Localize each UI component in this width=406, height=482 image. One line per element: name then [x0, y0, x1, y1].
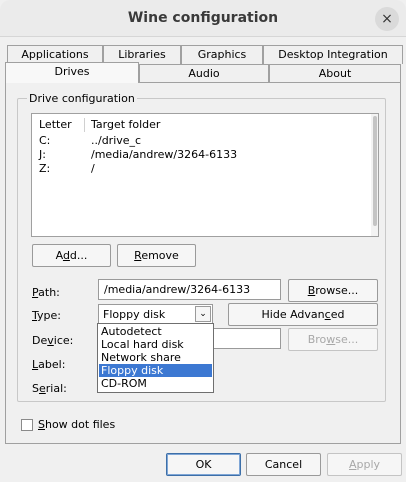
column-separator[interactable] [84, 118, 85, 132]
serial-label: Serial: [32, 382, 67, 395]
device-label-rest: ice: [53, 334, 74, 347]
type-dropdown-list[interactable]: Autodetect Local hard disk Network share… [97, 323, 214, 393]
cancel-button[interactable]: Cancel [246, 453, 321, 476]
hide-advanced-label-rest: ed [330, 308, 345, 321]
type-label-rest: ype: [37, 309, 61, 322]
close-button[interactable]: × [375, 7, 399, 31]
tab-audio[interactable]: Audio [139, 64, 269, 83]
label-label: Label: [32, 358, 65, 371]
title-bar: Wine configuration × [0, 0, 406, 37]
serial-label-text: S [32, 382, 39, 395]
type-selected-value: Floppy disk [103, 308, 166, 321]
browse-device-label-rest: se... [335, 333, 359, 346]
table-row[interactable]: J: /media/andrew/3264-6133 [32, 148, 372, 162]
drive-list[interactable]: Letter Target folder C: ../drive_c J: /m… [31, 113, 379, 237]
hide-advanced-label: Hide Advan [261, 308, 325, 321]
device-label-text: De [32, 334, 48, 347]
ok-button[interactable]: OK [166, 453, 241, 476]
browse-path-label-rest: rowse... [315, 284, 359, 297]
browse-device-label: Bro [307, 333, 327, 346]
type-dropdown[interactable]: Floppy disk ⌄ [98, 304, 213, 324]
path-input[interactable]: /media/andrew/3264-6133 [98, 279, 281, 300]
serial-label-mnemonic: e [38, 382, 46, 395]
remove-button[interactable]: Remove [117, 244, 196, 267]
tab-desktop-integration[interactable]: Desktop Integration [263, 45, 403, 64]
table-row[interactable]: Z: / [32, 162, 372, 176]
hide-advanced-button[interactable]: Hide Advanced [228, 303, 378, 326]
serial-label-rest: rial: [45, 382, 67, 395]
type-option-local-hard-disk[interactable]: Local hard disk [99, 338, 212, 351]
type-option-network-share[interactable]: Network share [99, 351, 212, 364]
browse-path-button[interactable]: Browse... [288, 279, 378, 302]
type-option-autodetect[interactable]: Autodetect [99, 325, 212, 338]
drive-target: / [91, 162, 95, 175]
show-dot-files-label-rest: how dot files [44, 418, 116, 431]
add-button[interactable]: Add... [32, 244, 111, 267]
show-dot-files-label[interactable]: Show dot files [38, 418, 115, 431]
browse-device-mnemonic: w [326, 333, 336, 346]
device-label: Device: [32, 334, 73, 347]
path-label-rest: ath: [38, 286, 60, 299]
drive-target: ../drive_c [91, 134, 142, 147]
column-header-letter[interactable]: Letter [39, 118, 72, 131]
remove-button-label-rest: emove [141, 249, 179, 262]
chevron-down-icon[interactable]: ⌄ [195, 306, 211, 322]
window-title: Wine configuration [127, 10, 279, 26]
tab-graphics[interactable]: Graphics [181, 45, 263, 64]
show-dot-files-checkbox[interactable] [21, 419, 33, 431]
table-row[interactable]: C: ../drive_c [32, 134, 372, 148]
add-button-label-rest: d... [69, 249, 88, 262]
column-header-target[interactable]: Target folder [91, 118, 160, 131]
apply-button-mnemonic: A [348, 458, 357, 471]
tab-about[interactable]: About [269, 64, 401, 83]
path-label: Path: [32, 286, 60, 299]
type-option-floppy-disk[interactable]: Floppy disk [99, 364, 212, 377]
drive-target: /media/andrew/3264-6133 [91, 148, 238, 161]
add-button-mnemonic: d [62, 249, 70, 262]
type-option-cd-rom[interactable]: CD-ROM [99, 377, 212, 390]
tab-drives[interactable]: Drives [5, 62, 139, 83]
group-title: Drive configuration [27, 92, 137, 105]
browse-device-button[interactable]: Browse... [288, 328, 378, 351]
show-dot-files-mnemonic: S [38, 418, 45, 431]
drive-letter: C: [39, 134, 51, 147]
apply-button[interactable]: Apply [327, 453, 402, 476]
label-label-rest: abel: [38, 358, 66, 371]
scrollbar[interactable] [371, 114, 378, 236]
scrollbar-thumb[interactable] [373, 116, 377, 226]
close-icon: × [381, 11, 393, 27]
add-button-label: A [55, 249, 63, 262]
apply-button-label-rest: pply [356, 458, 381, 471]
drive-letter: Z: [39, 162, 51, 175]
drive-letter: J: [39, 148, 46, 161]
type-label: Type: [32, 309, 61, 322]
